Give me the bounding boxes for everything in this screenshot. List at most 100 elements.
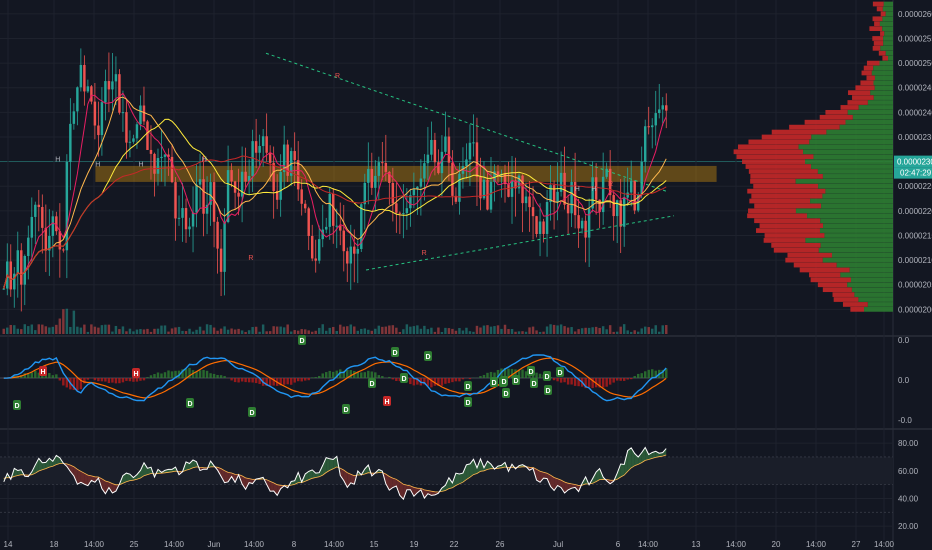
volume-bar [114,325,118,334]
macd-histogram-bar [114,378,118,384]
candle-body [237,192,240,197]
volume-bar [605,329,608,334]
volume-bar [65,308,69,334]
profile-bar-up [826,129,893,135]
time-tick-label: 14:00 [806,540,827,549]
volume-bar [531,326,535,334]
volume-bar [612,331,615,334]
signal-marker: H [139,162,144,169]
macd-histogram-bar [240,378,244,382]
volume-bar [573,331,577,334]
macd-histogram-bar [104,378,107,382]
volume-bar [367,329,370,334]
profile-bar-up [823,223,893,229]
volume-bar [458,328,461,334]
candle-body [86,86,90,92]
macd-histogram-bar [573,378,577,386]
profile-bar-down [789,124,840,130]
macd-signal-badge-label: D [546,388,551,395]
volume-bar [303,329,307,334]
volume-bar [430,327,433,334]
signal-marker: R [422,250,427,257]
profile-bar-up [817,169,893,174]
candle-body [191,212,195,227]
macd-signal-badge-label: D [532,381,537,388]
volume-bar [339,324,342,334]
chart-canvas: HHHHRRRHHR DHHDDDDDHDDDDDDDDDDDDDDD 0.00… [0,0,932,550]
macd-histogram-bar [293,378,296,383]
profile-bar-down [872,36,884,41]
profile-bar-up [867,100,893,105]
profile-bar-up [847,109,893,115]
volume-bar [27,326,30,334]
candle-body [405,208,409,214]
volume-bar [16,328,20,334]
volume-bar [44,326,48,334]
candle-body [643,126,647,162]
volume-bar [265,331,268,334]
macd-histogram-bar [219,375,223,378]
time-tick-label: 14:00 [164,540,185,549]
candle-body [629,180,633,193]
volume-bar [258,331,261,334]
volume-bar [580,328,584,334]
volume-bar [2,328,5,334]
candle-body [447,136,451,163]
profile-bar-up [885,50,893,56]
macd-tick-label: -0.0 [898,416,912,425]
macd-signal-badge-label: D [558,370,563,377]
macd-histogram-bar [381,376,384,378]
profile-bar-down [852,95,874,100]
volume-bar [20,329,23,334]
candle-body [58,231,62,250]
profile-bar-down [861,70,872,76]
candle-body [37,204,41,208]
volume-bar [391,325,395,334]
candle-body [395,203,398,213]
time-tick-label: 14:00 [638,540,659,549]
candle-body [118,74,121,113]
volume-bar [584,327,587,334]
profile-bar-up [883,41,893,46]
candle-body [300,189,303,204]
volume-bar [577,329,580,334]
volume-bar [556,325,559,334]
macd-histogram-bar [244,378,247,383]
volume-bar [622,324,626,334]
profile-bar-down [748,169,818,174]
candle-body [114,74,118,82]
volume-bar [282,327,286,334]
candle-body [51,216,55,236]
signal-marker: H [95,162,100,169]
volume-bar [384,326,388,334]
volume-bar [552,324,556,334]
macd-tick-label: 0.0 [898,376,910,385]
price-tick-label: 0.00002250 [898,182,932,191]
profile-bar-up [810,198,893,204]
time-tick-label: 8 [292,540,297,549]
volume-bar [244,331,247,334]
macd-histogram-bar [170,371,174,378]
macd-histogram-bar [615,378,619,381]
volume-bar [419,328,423,334]
macd-histogram-bar [93,378,97,381]
candle-body [20,250,23,285]
macd-signal-badge-label: D [15,403,20,410]
price-tick-label: 0.00002500 [898,59,932,68]
macd-histogram-bar [254,378,258,384]
profile-bar-up [885,11,893,17]
macd-histogram-bar [643,371,647,378]
volume-bar [500,328,503,334]
macd-histogram-bar [566,378,570,385]
volume-bar [6,327,9,334]
volume-bar [30,324,34,334]
volume-bar [447,328,451,334]
macd-histogram-bar [247,378,251,383]
volume-bar [405,324,409,334]
profile-bar-down [804,119,846,125]
macd-histogram-bar [268,378,272,386]
profile-bar-down [747,188,826,194]
volume-bar [153,328,156,334]
profile-bar-down [863,65,874,71]
profile-bar-down [882,55,889,61]
